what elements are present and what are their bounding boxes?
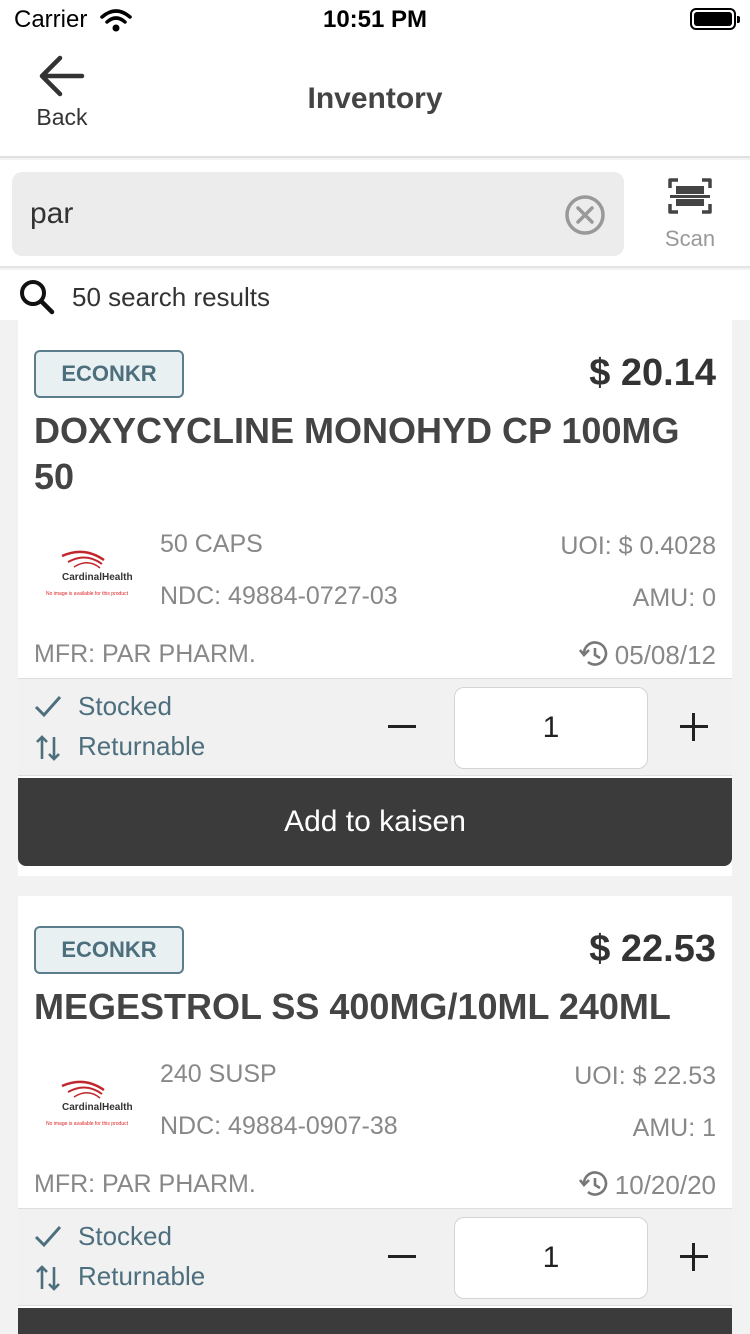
product-image-placeholder: CardinalHealth No image is available for…	[42, 1076, 142, 1136]
checkmark-icon	[34, 696, 62, 718]
product-title: DOXYCYCLINE MONOHYD CP 100MG 50	[34, 410, 680, 497]
barcode-scan-icon	[668, 178, 712, 214]
quantity-row: Stocked Returnable 1	[18, 1208, 732, 1306]
add-to-cart-button[interactable]	[18, 1308, 732, 1334]
product-card[interactable]: ECONKR $ 22.53 MEGESTROL SS 400MG/10ML 2…	[18, 896, 732, 1334]
amu-value: AMU: 1	[632, 1114, 716, 1142]
returnable-label: Returnable	[78, 731, 206, 761]
increment-button[interactable]	[680, 1243, 708, 1271]
no-image-note: No image is available for this product	[46, 1121, 128, 1127]
battery-icon	[690, 8, 740, 30]
checkmark-icon	[34, 1226, 62, 1248]
amu-value: AMU: 0	[632, 584, 716, 612]
product-title: MEGESTROL SS 400MG/10ML 240ML	[34, 986, 671, 1027]
inventory-screen: Carrier 10:51 PM Back Inventory par Scan…	[0, 0, 750, 1334]
returnable-label: Returnable	[78, 1261, 206, 1291]
package-size: 240 SUSP	[160, 1060, 277, 1088]
date-text: 05/08/12	[614, 640, 716, 670]
stocked-label: Stocked	[78, 1221, 172, 1251]
unit-price: UOI: $ 22.53	[574, 1062, 716, 1090]
date-text: 10/20/20	[614, 1170, 716, 1200]
ndc-code: NDC: 49884-0727-03	[160, 582, 398, 610]
quantity-input[interactable]: 1	[454, 687, 648, 769]
search-area: Scan	[0, 160, 750, 268]
manufacturer: MFR: PAR PHARM.	[34, 1170, 256, 1198]
increment-button[interactable]	[680, 713, 708, 741]
product-price: $ 22.53	[589, 928, 716, 970]
swap-arrows-icon	[36, 1265, 60, 1291]
manufacturer: MFR: PAR PHARM.	[34, 640, 256, 668]
scan-button[interactable]: Scan	[650, 176, 730, 256]
swap-arrows-icon	[36, 735, 60, 761]
ndc-code: NDC: 49884-0907-38	[160, 1112, 398, 1140]
quantity-input[interactable]: 1	[454, 1217, 648, 1299]
search-icon	[20, 280, 55, 315]
no-image-note: No image is available for this product	[46, 591, 128, 597]
last-order-date: 05/08/12	[578, 640, 716, 671]
clear-search-icon[interactable]	[564, 194, 606, 236]
logo-brand: CardinalHealth	[62, 572, 133, 583]
package-size: 50 CAPS	[160, 530, 263, 558]
status-badge: ECONKR	[34, 926, 184, 974]
logo-brand: CardinalHealth	[62, 1102, 133, 1113]
unit-price: UOI: $ 0.4028	[560, 532, 716, 560]
clock: 10:51 PM	[322, 6, 428, 33]
navigation-bar: Back Inventory	[0, 40, 750, 158]
product-image-placeholder: CardinalHealth No image is available for…	[42, 546, 142, 606]
last-order-date: 10/20/20	[578, 1170, 716, 1201]
product-price: $ 20.14	[589, 352, 716, 394]
stocked-label: Stocked	[78, 691, 172, 721]
status-badge: ECONKR	[34, 350, 184, 398]
results-count: 50 search results	[72, 282, 270, 312]
search-box	[12, 172, 624, 256]
results-bar: 50 search results	[0, 270, 750, 320]
quantity-row: Stocked Returnable 1	[18, 678, 732, 776]
history-icon	[578, 1171, 608, 1196]
history-icon	[578, 641, 608, 666]
status-bar: Carrier 10:51 PM	[0, 0, 750, 40]
add-to-cart-button[interactable]: Add to kaisen	[18, 778, 732, 866]
scan-label: Scan	[664, 226, 716, 251]
search-input[interactable]	[30, 192, 550, 236]
decrement-button[interactable]	[388, 725, 416, 728]
page-title: Inventory	[307, 82, 443, 115]
decrement-button[interactable]	[388, 1255, 416, 1258]
product-card[interactable]: ECONKR $ 20.14 DOXYCYCLINE MONOHYD CP 10…	[18, 320, 732, 876]
